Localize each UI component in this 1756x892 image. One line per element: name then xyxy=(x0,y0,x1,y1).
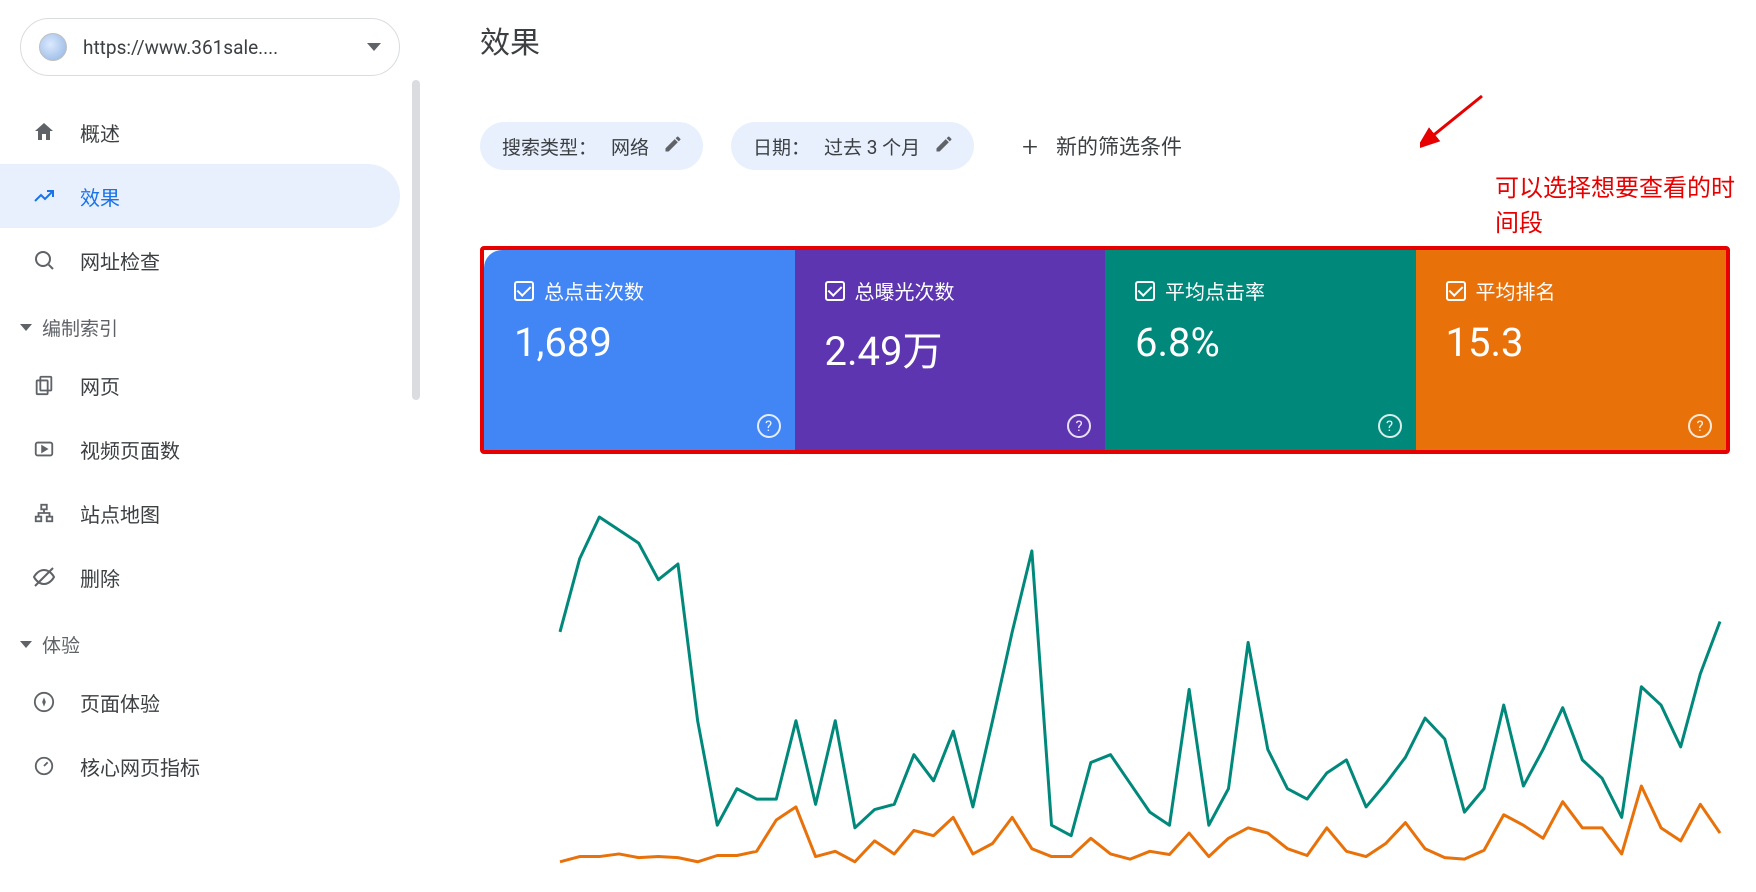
sidebar-item-url-inspect[interactable]: 网址检查 xyxy=(0,228,400,292)
compass-icon xyxy=(30,688,58,716)
trend-icon xyxy=(30,182,58,210)
page-title: 效果 xyxy=(480,18,1756,62)
chevron-down-icon xyxy=(20,324,32,331)
sidebar-item-label: 核心网页指标 xyxy=(80,752,200,781)
filter-row: 搜索类型： 网络 日期： 过去 3 个月 + 新的筛选条件 xyxy=(480,122,1756,170)
sidebar-item-page-experience[interactable]: 页面体验 xyxy=(0,670,400,734)
scrollbar[interactable] xyxy=(412,80,420,400)
sidebar-item-sitemaps[interactable]: 站点地图 xyxy=(0,481,400,545)
metric-label: 总点击次数 xyxy=(544,276,644,305)
chart-series-曝光 xyxy=(560,517,1720,836)
sidebar-group-experience[interactable]: 体验 xyxy=(0,609,420,670)
video-icon xyxy=(30,435,58,463)
annotation-arrow-icon xyxy=(1420,90,1490,150)
filter-chip-search-type[interactable]: 搜索类型： 网络 xyxy=(480,122,703,170)
pencil-icon xyxy=(934,134,954,159)
chip-prefix: 搜索类型： xyxy=(502,133,597,160)
plus-icon: + xyxy=(1022,130,1038,163)
search-icon xyxy=(30,246,58,274)
metric-label: 平均排名 xyxy=(1476,276,1556,305)
sidebar-item-label: 页面体验 xyxy=(80,688,160,717)
home-icon xyxy=(30,118,58,146)
chip-value: 过去 3 个月 xyxy=(824,133,920,160)
sidebar-item-removals[interactable]: 删除 xyxy=(0,545,400,609)
sidebar-item-label: 概述 xyxy=(80,118,120,147)
pencil-icon xyxy=(663,134,683,159)
visibility-off-icon xyxy=(30,563,58,591)
gauge-icon xyxy=(30,752,58,780)
help-icon[interactable]: ? xyxy=(1067,414,1091,438)
sidebar-item-label: 网址检查 xyxy=(80,246,160,275)
metric-label: 平均点击率 xyxy=(1165,276,1265,305)
chevron-down-icon xyxy=(20,641,32,648)
help-icon[interactable]: ? xyxy=(1688,414,1712,438)
site-selector[interactable]: https://www.361sale.... xyxy=(20,18,400,76)
checkbox-icon xyxy=(514,281,534,301)
add-filter-label: 新的筛选条件 xyxy=(1056,131,1182,161)
sidebar-item-pages[interactable]: 网页 xyxy=(0,353,400,417)
metric-label: 总曝光次数 xyxy=(855,276,955,305)
chip-value: 网络 xyxy=(611,133,649,160)
main-content: 效果 搜索类型： 网络 日期： 过去 3 个月 + 新的筛选条件 xyxy=(420,0,1756,892)
add-filter-button[interactable]: + 新的筛选条件 xyxy=(1022,130,1182,163)
chip-prefix: 日期： xyxy=(753,133,810,160)
sidebar-item-overview[interactable]: 概述 xyxy=(0,100,400,164)
sidebar-item-label: 删除 xyxy=(80,563,120,592)
metric-value: 2.49万 xyxy=(825,319,1090,377)
sidebar-item-label: 站点地图 xyxy=(80,499,160,528)
checkbox-icon xyxy=(825,281,845,301)
metric-value: 15.3 xyxy=(1446,319,1711,366)
checkbox-icon xyxy=(1135,281,1155,301)
sidebar-item-label: 效果 xyxy=(80,182,120,211)
metric-card-clicks[interactable]: 总点击次数 1,689 ? xyxy=(484,250,795,450)
performance-chart xyxy=(480,512,1730,872)
chevron-down-icon xyxy=(367,43,381,51)
sidebar-group-indexing[interactable]: 编制索引 xyxy=(0,292,420,353)
annotation-text: 可以选择想要查看的时间段 xyxy=(1495,168,1756,238)
sitemap-icon xyxy=(30,499,58,527)
sidebar-item-video-pages[interactable]: 视频页面数 xyxy=(0,417,400,481)
sidebar-item-label: 网页 xyxy=(80,371,120,400)
help-icon[interactable]: ? xyxy=(757,414,781,438)
site-url: https://www.361sale.... xyxy=(83,36,351,59)
sidebar-item-core-web-vitals[interactable]: 核心网页指标 xyxy=(0,734,400,798)
pages-icon xyxy=(30,371,58,399)
metric-card-ctr[interactable]: 平均点击率 6.8% ? xyxy=(1105,250,1416,450)
help-icon[interactable]: ? xyxy=(1378,414,1402,438)
sidebar: https://www.361sale.... 概述 效果 网址检查 编制索引 xyxy=(0,0,420,892)
metric-card-position[interactable]: 平均排名 15.3 ? xyxy=(1416,250,1727,450)
globe-icon xyxy=(39,33,67,61)
sidebar-item-label: 视频页面数 xyxy=(80,435,180,464)
metric-cards: 总点击次数 1,689 ? 总曝光次数 2.49万 ? 平均点击率 6.8% ?… xyxy=(480,246,1730,454)
sidebar-group-label: 体验 xyxy=(42,631,80,658)
filter-chip-date[interactable]: 日期： 过去 3 个月 xyxy=(731,122,974,170)
sidebar-item-performance[interactable]: 效果 xyxy=(0,164,400,228)
sidebar-group-label: 编制索引 xyxy=(42,314,118,341)
metric-value: 6.8% xyxy=(1135,319,1400,366)
checkbox-icon xyxy=(1446,281,1466,301)
metric-value: 1,689 xyxy=(514,319,779,366)
metric-card-impressions[interactable]: 总曝光次数 2.49万 ? xyxy=(795,250,1106,450)
